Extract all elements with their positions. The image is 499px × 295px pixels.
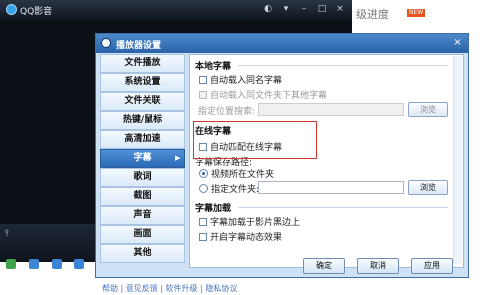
settings-nav: 文件播放 系统设置 文件关联 热键/鼠标 高清加速 字幕 ▶ 歌词 截图 声音 … xyxy=(100,54,185,270)
footer-links[interactable]: 帮助 | 意见反馈 | 软件升级 | 隐私协议 xyxy=(102,283,237,294)
dialog-app-icon xyxy=(101,38,111,48)
black-border-label: 字幕加载于影片黑边上 xyxy=(210,218,301,228)
skin-icon[interactable]: ◐ xyxy=(262,4,274,14)
dynamic-effect-option[interactable]: 开启字幕动态效果 xyxy=(199,230,282,243)
nav-item-system-settings[interactable]: 系统设置 xyxy=(100,73,185,92)
search-path-field[interactable] xyxy=(258,103,404,116)
section-divider xyxy=(238,65,448,66)
radio-video-folder-option[interactable]: 视频所在文件夹 xyxy=(199,167,274,180)
cancel-button[interactable]: 取消 xyxy=(357,258,399,274)
subtitle-load-heading: 字幕加载 xyxy=(195,204,232,214)
apply-button[interactable]: 应用 xyxy=(411,258,453,274)
radio-video-folder-label: 视频所在文件夹 xyxy=(211,170,275,180)
highlight-box xyxy=(193,121,317,159)
playlist-icon[interactable] xyxy=(6,259,16,269)
nav-item-hd-acceleration[interactable]: 高清加速 xyxy=(100,130,185,149)
auto-load-same-name-label: 自动载入同名字幕 xyxy=(210,76,283,86)
panel-scrollbar[interactable] xyxy=(453,56,462,264)
minimize-icon[interactable]: – xyxy=(298,4,310,14)
settings-dialog: 播放器设置 × 文件播放 系统设置 文件关联 热键/鼠标 高清加速 字幕 ▶ 歌… xyxy=(95,33,469,278)
chevron-right-icon: ▶ xyxy=(175,154,181,162)
search-path-label: 指定位置搜索: xyxy=(198,107,256,117)
radio-custom-folder-option[interactable]: 指定文件夹: xyxy=(199,182,259,195)
auto-load-same-name-option[interactable]: 自动载入同名字幕 xyxy=(199,73,282,86)
nav-item-file-playback[interactable]: 文件播放 xyxy=(100,54,185,73)
radio-video-folder[interactable] xyxy=(199,169,208,178)
local-subtitle-heading: 本地字幕 xyxy=(195,62,232,72)
footer xyxy=(0,278,499,295)
dynamic-effect-checkbox[interactable] xyxy=(199,233,207,241)
menu-icon[interactable]: ▾ xyxy=(280,4,292,14)
delete-icon[interactable] xyxy=(52,259,62,269)
nav-item-other[interactable]: 其他 xyxy=(100,244,185,263)
player-titlebar: QQ影音 ◐ ▾ – □ × xyxy=(0,0,352,20)
auto-load-other-option[interactable]: 自动载入同文件夹下其他字幕 xyxy=(199,88,327,101)
black-border-option[interactable]: 字幕加载于影片黑边上 xyxy=(199,215,300,228)
browse-search-path-button[interactable]: 浏览 xyxy=(408,102,448,117)
dialog-close-button[interactable]: × xyxy=(451,37,464,49)
progress-text: 级进度 xyxy=(356,8,389,21)
nav-item-lyrics[interactable]: 歌词 xyxy=(100,168,185,187)
custom-folder-field[interactable] xyxy=(258,181,404,194)
dynamic-effect-label: 开启字幕动态效果 xyxy=(210,233,283,243)
auto-load-other-label: 自动载入同文件夹下其他字幕 xyxy=(210,91,328,101)
close-icon[interactable]: × xyxy=(334,4,346,14)
nav-item-file-association[interactable]: 文件关联 xyxy=(100,92,185,111)
radio-custom-folder-label: 指定文件夹: xyxy=(211,185,260,195)
nav-item-screenshot[interactable]: 截图 xyxy=(100,187,185,206)
black-border-checkbox[interactable] xyxy=(199,218,207,226)
new-badge: NEW xyxy=(407,9,426,17)
nav-item-subtitles-label: 字幕 xyxy=(133,153,152,163)
browse-custom-folder-button[interactable]: 浏览 xyxy=(408,180,448,195)
antenna-icon: ⫯ xyxy=(5,229,9,239)
auto-load-other-checkbox[interactable] xyxy=(199,91,207,99)
player-title: QQ影音 xyxy=(20,7,53,17)
qq-player-logo-icon xyxy=(6,4,17,15)
add-icon[interactable] xyxy=(74,259,84,269)
nav-item-hotkeys-mouse[interactable]: 热键/鼠标 xyxy=(100,111,185,130)
auto-load-same-name-checkbox[interactable] xyxy=(199,76,207,84)
maximize-icon[interactable]: □ xyxy=(316,4,328,14)
dialog-titlebar[interactable]: 播放器设置 × xyxy=(96,34,468,53)
dialog-title: 播放器设置 xyxy=(116,41,162,51)
folder-icon[interactable] xyxy=(29,259,39,269)
nav-item-picture[interactable]: 画面 xyxy=(100,225,185,244)
section-divider xyxy=(238,207,448,208)
radio-custom-folder[interactable] xyxy=(199,184,208,193)
nav-item-audio[interactable]: 声音 xyxy=(100,206,185,225)
nav-item-subtitles[interactable]: 字幕 ▶ xyxy=(100,149,185,168)
ok-button[interactable]: 确定 xyxy=(303,258,345,274)
